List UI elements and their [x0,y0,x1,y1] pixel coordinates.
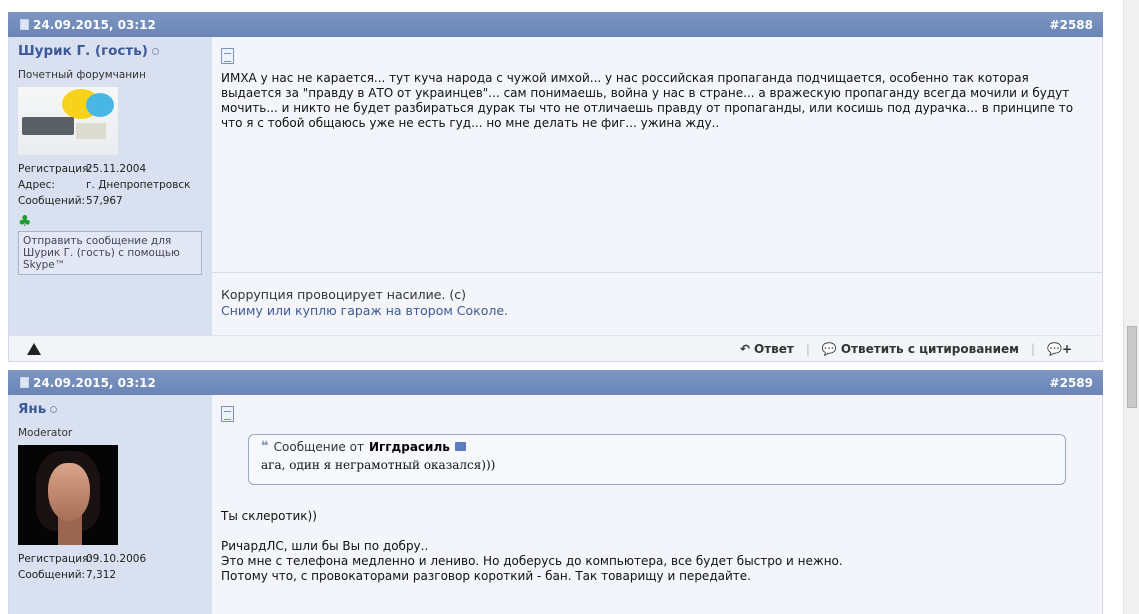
quote-block: ❝ Сообщение от Иггдрасиль ага, один я не… [248,434,1066,485]
stat-key: Сообщений: [18,569,86,581]
avatar-shape [76,123,106,139]
stat-key: Регистрация: [18,163,92,175]
report-warning-icon[interactable] [27,342,41,355]
avatar-shape [48,463,90,521]
offline-status-icon [151,47,159,55]
post-text: Ты склеротик)) РичардЛС, шли бы Вы по до… [212,505,1102,584]
quote-header: ❝ Сообщение от Иггдрасиль [261,439,1055,454]
post-date-text: 24.09.2015, 03:12 [33,17,156,32]
view-post-icon[interactable] [454,442,466,451]
quote-bubble-icon: 💬 [821,341,837,356]
offline-status-icon [50,405,58,413]
stat-value: г. Днепропетровск [86,179,191,191]
stat-row: Адрес: г. Днепропетровск [18,177,203,193]
text-line [221,524,1092,539]
quote-prefix: Сообщение от [273,439,364,454]
post-icon [20,377,29,388]
reputation-clover-icon: ♣ [18,212,32,230]
user-title: Moderator [18,427,73,439]
text-line: РичардЛС, шли бы Вы по добру.. [221,539,429,553]
post-content: ИМХА у нас не карается... тут куча народ… [212,37,1102,335]
post-2588: 24.09.2015, 03:12 #2588 Шурик Г. (гость)… [8,12,1103,362]
forum-page: 24.09.2015, 03:12 #2588 Шурик Г. (гость)… [0,0,1139,614]
user-stats: Регистрация: 09.10.2006 Сообщений: 7,312 [18,551,203,583]
post-icon [20,19,29,30]
user-title: Почетный форумчанин [18,69,146,81]
signature-line: Коррупция провоцирует насилие. (с) [221,287,466,302]
post-actions: ↶ Ответ | 💬 Ответить с цитированием | 💬+ [8,335,1103,362]
avatar[interactable] [18,445,118,545]
stat-row: Сообщений: 57,967 [18,193,203,209]
post-date: 24.09.2015, 03:12 [20,376,156,390]
user-panel: Шурик Г. (гость) Почетный форумчанин Рег… [9,37,212,335]
reply-arrow-icon: ↶ [739,341,750,356]
scrollbar-thumb[interactable] [1127,326,1137,408]
post-text: ИМХА у нас не карается... тут куча народ… [221,71,1074,130]
multiquote-button[interactable]: 💬+ [1035,342,1084,356]
stat-key: Адрес: [18,179,55,191]
stat-key: Регистрация: [18,553,92,565]
post-number-link[interactable]: #2589 [1050,376,1093,390]
stat-row: Регистрация: 09.10.2006 [18,551,203,567]
stat-value: 25.11.2004 [86,163,147,175]
action-buttons: ↶ Ответ | 💬 Ответить с цитированием | 💬+ [728,342,1084,356]
username[interactable]: Янь [18,401,46,417]
text-line: Потому что, с провокаторами разговор кор… [221,569,751,583]
message-icon [221,406,234,422]
post-date: 24.09.2015, 03:12 [20,18,156,32]
scrollbar[interactable] [1123,0,1139,614]
post-content: ❝ Сообщение от Иггдрасиль ага, один я не… [212,395,1102,614]
text-line: Это мне с телефона медленно и лениво. Но… [221,554,843,568]
stat-key: Сообщений: [18,195,86,207]
quote-text: ага, один я неграмотный оказался))) [261,458,496,472]
skype-button[interactable]: Отправить сообщение для Шурик Г. (гость)… [18,231,202,275]
stat-row: Сообщений: 7,312 [18,567,203,583]
username-link[interactable]: Янь [18,401,203,417]
quote-reply-button[interactable]: 💬 Ответить с цитированием [810,342,1031,356]
post-header: 24.09.2015, 03:12 #2588 [8,12,1103,37]
username-link[interactable]: Шурик Г. (гость) [18,43,203,59]
message-icon [221,48,234,64]
reply-label: Ответ [754,341,794,356]
post-body: Шурик Г. (гость) Почетный форумчанин Рег… [8,37,1103,335]
post-number-link[interactable]: #2588 [1050,18,1093,32]
stat-value: 57,967 [86,195,123,207]
stat-value: 7,312 [86,569,117,581]
quote-author: Иггдрасиль [368,439,450,454]
post-2589: 24.09.2015, 03:12 #2589 Янь Moderator Ре… [8,370,1103,614]
post-body: Янь Moderator Регистрация: 09.10.2006 Соо… [8,395,1103,614]
text-line: Ты склеротик)) [221,509,317,523]
signature-link[interactable]: Сниму или куплю гараж на втором Соколе. [221,303,1092,319]
stat-value: 09.10.2006 [86,553,147,565]
stat-row: Регистрация: 25.11.2004 [18,161,203,177]
quote-reply-label: Ответить с цитированием [840,341,1019,356]
avatar-shape [86,93,114,117]
user-stats: Регистрация: 25.11.2004 Адрес: г. Днепропе… [18,161,203,209]
username[interactable]: Шурик Г. (гость) [18,43,148,59]
signature: Коррупция провоцирует насилие. (с) Сниму… [212,272,1102,319]
quote-marks-icon: ❝ [261,439,269,454]
user-panel: Янь Moderator Регистрация: 09.10.2006 Соо… [9,395,212,614]
avatar[interactable] [18,87,118,155]
multiquote-plus-icon: 💬+ [1047,341,1072,356]
post-date-text: 24.09.2015, 03:12 [33,375,156,390]
avatar-shape [22,117,74,135]
post-header: 24.09.2015, 03:12 #2589 [8,370,1103,395]
reply-button[interactable]: ↶ Ответ [728,342,806,356]
